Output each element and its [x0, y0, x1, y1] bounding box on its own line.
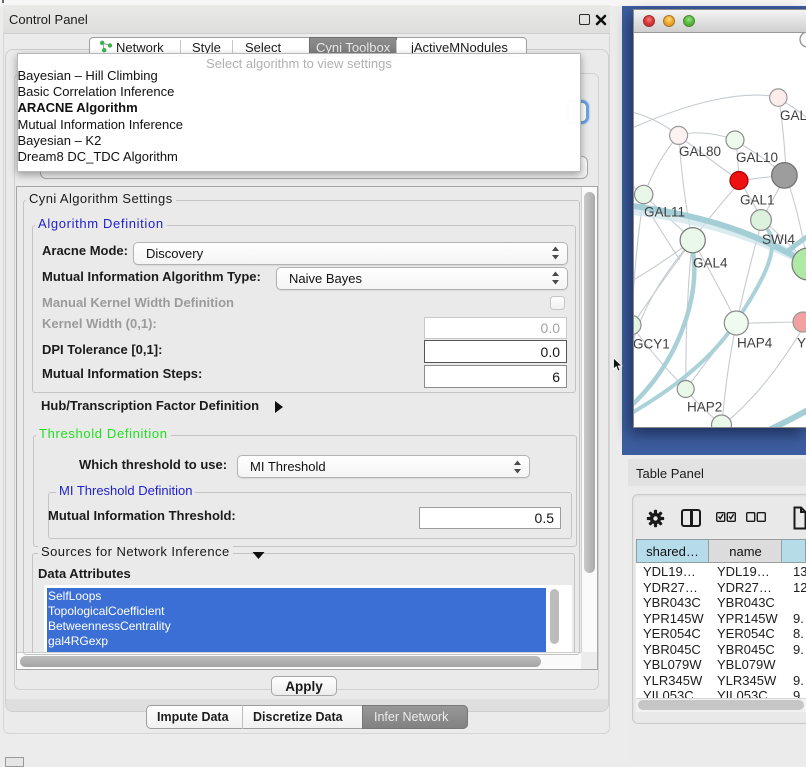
svg-text:GAL10: GAL10	[736, 150, 778, 165]
svg-text:GAL7: GAL7	[780, 108, 806, 123]
svg-text:GAL1: GAL1	[740, 193, 775, 208]
svg-text:GAL4: GAL4	[693, 256, 728, 271]
svg-text:GAL80: GAL80	[679, 144, 721, 159]
svg-text:HAP4: HAP4	[737, 336, 773, 351]
svg-text:GCY1: GCY1	[634, 337, 670, 352]
svg-text:YMR: YMR	[797, 336, 806, 351]
svg-text:HAP2: HAP2	[687, 400, 722, 415]
svg-text:SWI4: SWI4	[762, 232, 795, 247]
svg-text:GAL11: GAL11	[644, 205, 685, 220]
